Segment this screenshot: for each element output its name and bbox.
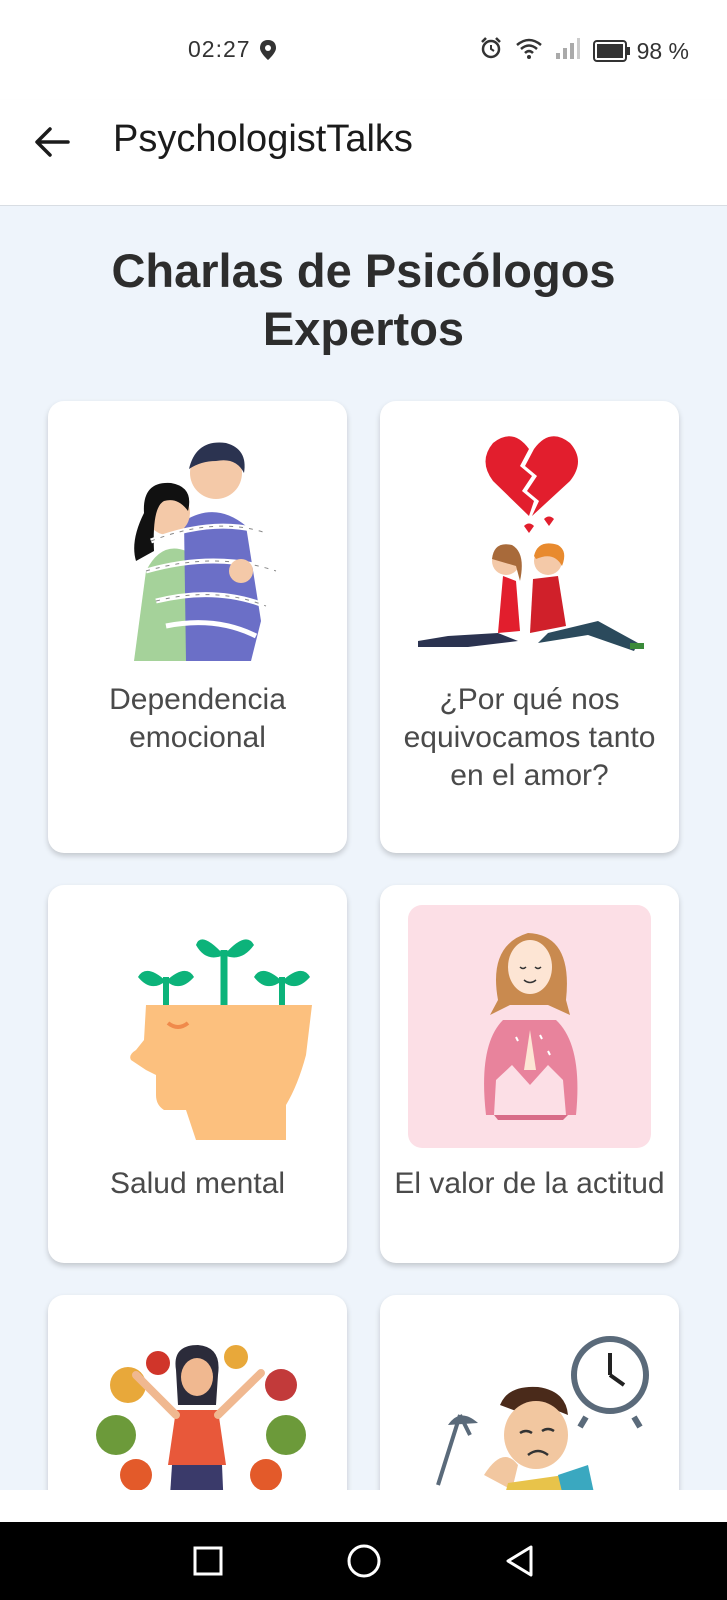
page-title-line2: Expertos (262, 302, 465, 355)
healthy-food-woman-illustration (96, 1345, 306, 1490)
wifi-icon (515, 36, 543, 66)
signal-icon (555, 36, 581, 66)
card-label: Dependencia emocional (109, 683, 286, 754)
talk-card-dependencia[interactable]: Dependencia emocional (48, 401, 347, 853)
card-label: Salud mental (109, 1167, 286, 1200)
card-label: El valor de la actitud (394, 1167, 665, 1200)
grateful-woman-illustration (408, 905, 651, 1148)
battery-icon (592, 40, 630, 62)
system-nav-bar (0, 1522, 727, 1600)
notification-icon (258, 38, 278, 67)
system-back-button[interactable] (497, 1538, 543, 1584)
triangle-back-icon (506, 1545, 533, 1577)
talk-card-salud-mental[interactable]: Salud mental (48, 885, 347, 1263)
couple-barbed-wire-illustration (134, 442, 277, 661)
tired-man-clock-illustration (436, 1336, 649, 1490)
page-title-line1: Charlas de Psicólogos (111, 244, 616, 297)
status-bar: 02:27 98 % (0, 0, 727, 100)
content-area[interactable]: Charlas de Psicólogos Expertos Dependenc… (0, 206, 727, 1490)
talk-card-valor-actitud[interactable]: El valor de la actitud (380, 885, 679, 1263)
arrow-left-icon (35, 127, 70, 157)
alarm-icon (479, 36, 503, 66)
recent-apps-button[interactable] (185, 1538, 231, 1584)
status-time: 02:27 (188, 36, 251, 62)
circle-icon (347, 1544, 381, 1578)
app-title: PsychologistTalks (113, 118, 413, 160)
back-button[interactable] (30, 120, 74, 164)
head-with-sprouts-illustration (130, 939, 312, 1140)
talk-card-amor[interactable]: ¿Por qué nos equivocamos tanto en el amo… (380, 401, 679, 853)
square-icon (193, 1546, 223, 1576)
battery-percent: 98 % (636, 37, 689, 64)
broken-heart-couple-illustration (418, 436, 644, 651)
talk-card-5[interactable] (48, 1295, 347, 1490)
home-button[interactable] (341, 1538, 387, 1584)
status-icons: 98 % (479, 36, 689, 66)
battery-indicator: 98 % (592, 37, 689, 65)
page-title: Charlas de Psicólogos Expertos (60, 242, 667, 358)
talk-card-6[interactable] (380, 1295, 679, 1490)
app-bar: PsychologistTalks (0, 100, 727, 206)
card-label: ¿Por qué nos equivocamos tanto en el amo… (403, 683, 656, 792)
